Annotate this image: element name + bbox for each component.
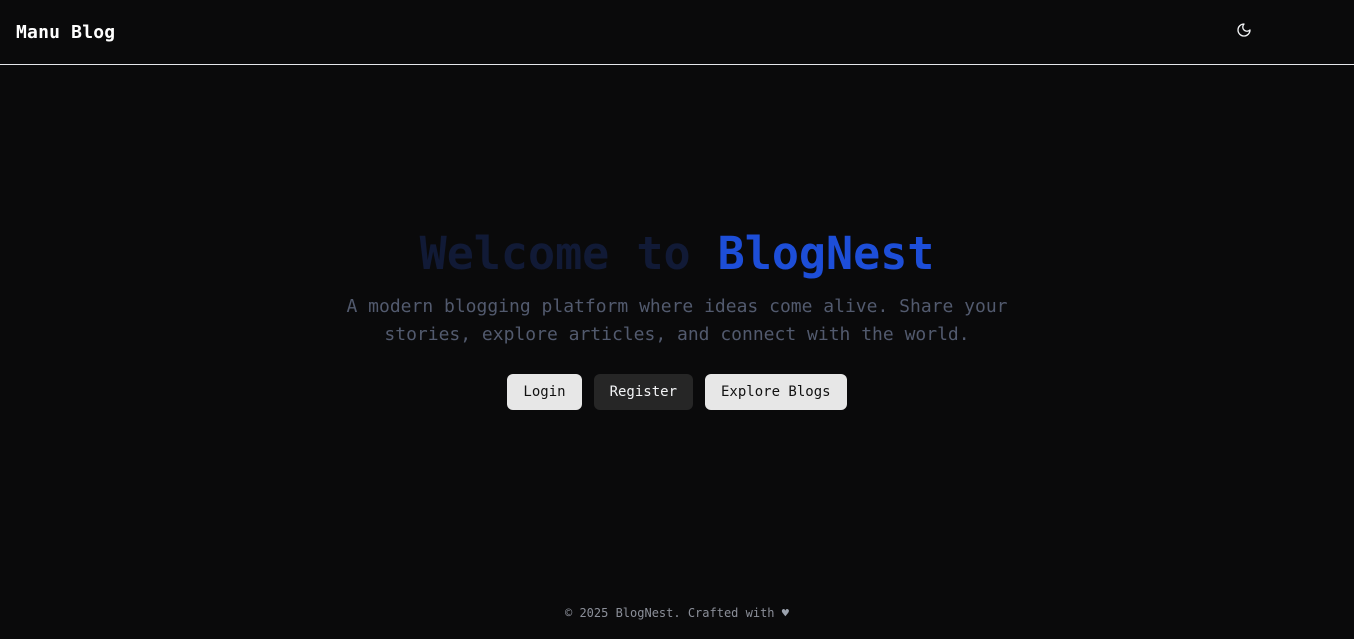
hero-subtitle: A modern blogging platform where ideas c…	[346, 296, 1008, 345]
navbar: Manu Blog	[0, 0, 1354, 65]
hero-title: Welcome to BlogNest	[0, 225, 1354, 283]
explore-blogs-button[interactable]: Explore Blogs	[705, 374, 847, 410]
hero-section: Welcome to BlogNest A modern blogging pl…	[0, 225, 1354, 349]
hero-actions: Login Register Explore Blogs	[0, 374, 1354, 410]
register-button[interactable]: Register	[593, 374, 693, 410]
footer: © 2025 BlogNest. Crafted with ♥	[0, 606, 1354, 620]
footer-text: © 2025 BlogNest. Crafted with	[565, 606, 775, 620]
login-button[interactable]: Login	[507, 374, 582, 410]
hero-title-brand: BlogNest	[717, 227, 935, 280]
moon-icon	[1236, 22, 1252, 42]
heart-icon: ♥	[781, 606, 789, 620]
theme-toggle-button[interactable]	[1234, 22, 1254, 42]
brand-logo[interactable]: Manu Blog	[16, 22, 115, 43]
hero-title-prefix: Welcome to	[419, 227, 691, 280]
